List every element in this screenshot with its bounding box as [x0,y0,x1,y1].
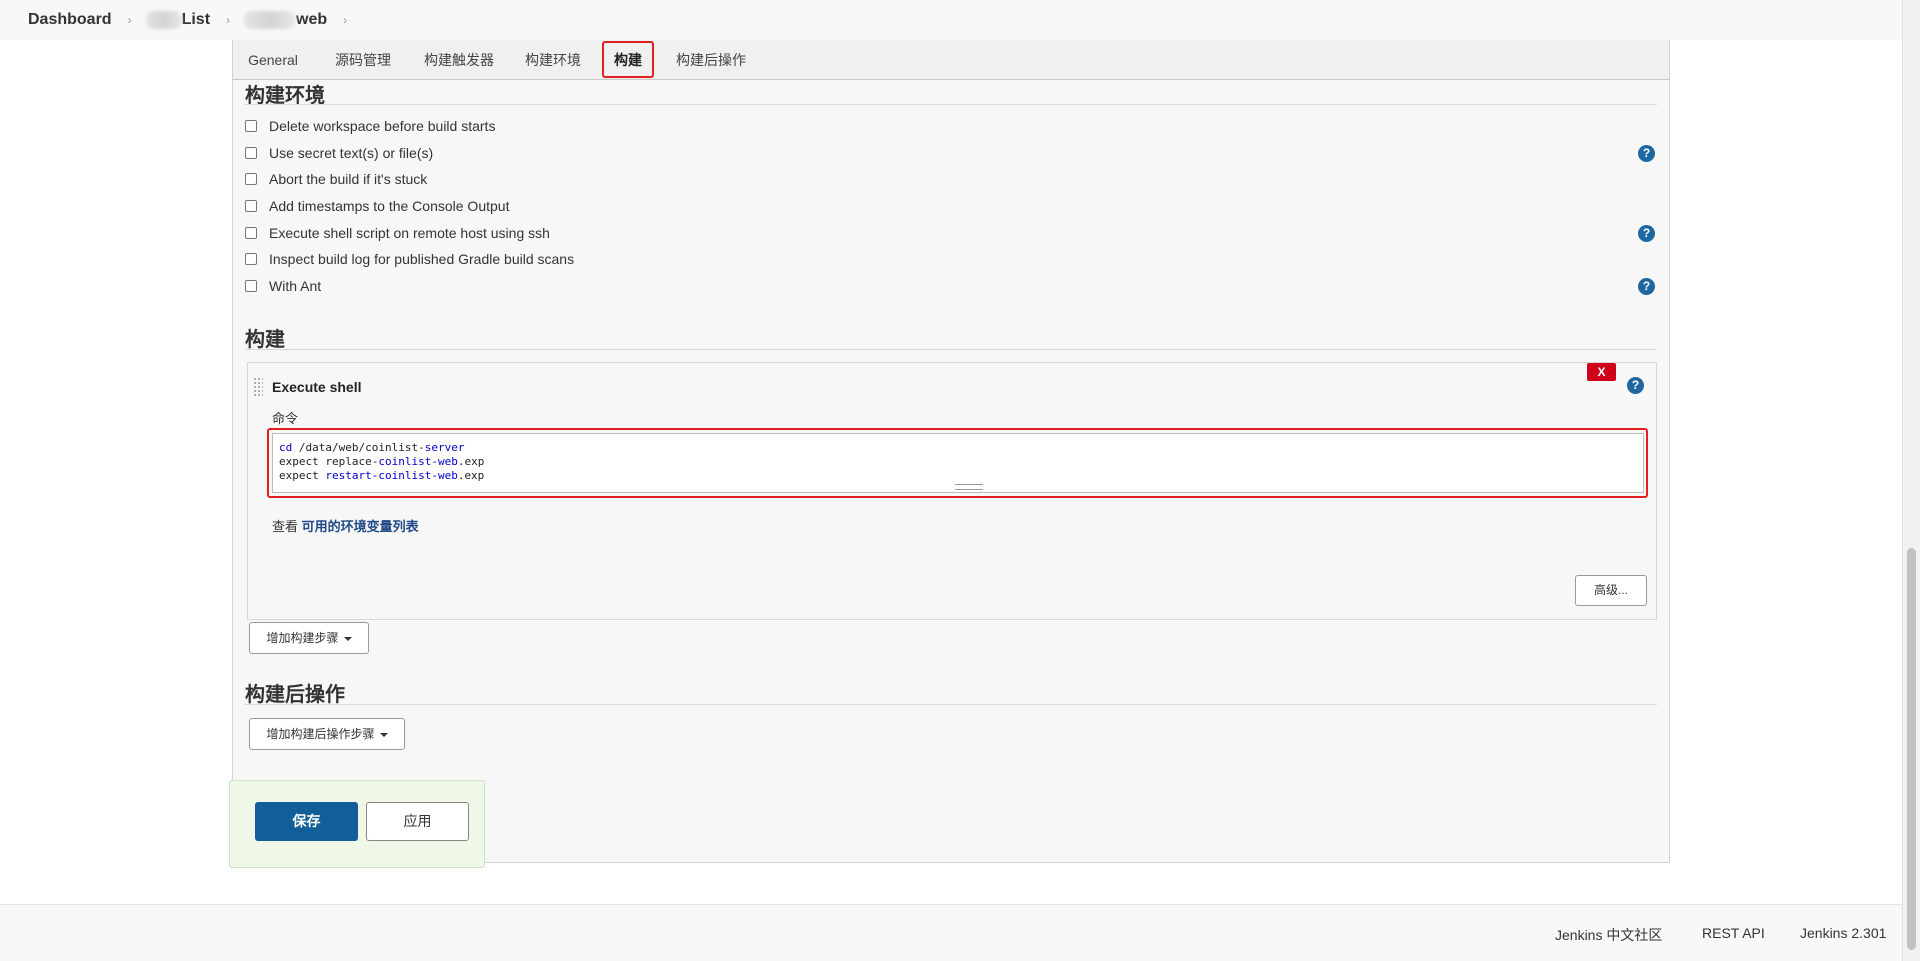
chevron-right-icon: › [343,13,348,27]
tab-general[interactable]: General [245,40,301,80]
chevron-right-icon: › [127,13,132,27]
command-label: 命令 [272,411,299,426]
tab-source-control[interactable]: 源码管理 [332,40,394,80]
checkbox[interactable] [245,227,257,239]
env-vars-line: 查看 可用的环境变量列表 [272,516,419,535]
env-prefix: 查看 [272,519,299,534]
redacted-text [244,11,297,29]
checkbox[interactable] [245,120,257,132]
checkbox[interactable] [245,147,257,159]
option-label: Add timestamps to the Console Output [269,198,510,214]
breadcrumb-dashboard[interactable]: Dashboard [28,11,112,29]
scrollbar-thumb[interactable] [1907,548,1916,950]
config-panel: General 源码管理 构建触发器 构建环境 构建 构建后操作 构建环境 De… [232,40,1670,863]
option-label: Execute shell script on remote host usin… [269,225,550,241]
command-textarea[interactable]: cd /data/web/coinlist-server expect repl… [272,433,1644,493]
step-title: Execute shell [272,379,362,395]
option-abort-stuck[interactable]: Abort the build if it's stuck [245,169,427,189]
vertical-scrollbar[interactable] [1902,0,1920,961]
checkbox[interactable] [245,200,257,212]
divider [245,349,1657,350]
chevron-down-icon [379,732,388,737]
save-bar: 保存 应用 [229,780,485,868]
footer-rest-api-link[interactable]: REST API [1702,925,1765,941]
option-label: With Ant [269,278,322,294]
breadcrumb-job-label: web [296,11,328,28]
tab-build-environment[interactable]: 构建环境 [521,40,585,80]
execute-shell-step: Execute shell X ? 命令 cd /data/web/coinli… [247,362,1657,620]
footer-community-link[interactable]: Jenkins 中文社区 [1555,925,1662,945]
code-keyword: coinlist-web [378,455,458,468]
chevron-down-icon [343,636,352,641]
add-post-build-step-button[interactable]: 增加构建后操作步骤 [249,718,405,750]
code-keyword: cd [279,441,293,454]
redacted-text [145,11,182,29]
post-build-title: 构建后操作 [245,684,345,706]
code-keyword: restart-coinlist-web [325,469,458,482]
tab-build-triggers[interactable]: 构建触发器 [420,40,498,80]
chevron-right-icon: › [226,13,231,27]
divider [245,704,1657,705]
option-with-ant[interactable]: With Ant [245,276,321,296]
breadcrumb-list-label: List [181,11,211,28]
option-remote-ssh[interactable]: Execute shell script on remote host usin… [245,223,550,243]
delete-step-button[interactable]: X [1587,363,1616,381]
breadcrumb-job[interactable]: web [244,11,327,29]
apply-button[interactable]: 应用 [366,802,469,841]
option-secret-text[interactable]: Use secret text(s) or file(s) [245,143,433,163]
help-icon[interactable]: ? [1638,145,1655,162]
breadcrumb-list[interactable]: List [145,11,211,29]
option-gradle-scans[interactable]: Inspect build log for published Gradle b… [245,249,574,269]
add-build-step-button[interactable]: 增加构建步骤 [249,622,369,654]
build-title: 构建 [245,329,285,351]
help-icon[interactable]: ? [1638,225,1655,242]
config-tabs: General 源码管理 构建触发器 构建环境 构建 构建后操作 [233,40,1669,80]
code-keyword: server [424,441,465,454]
option-label: Delete workspace before build starts [269,118,496,134]
resize-handle-icon[interactable] [955,484,983,490]
option-delete-workspace[interactable]: Delete workspace before build starts [245,116,495,136]
checkbox[interactable] [245,253,257,265]
divider [245,104,1657,105]
breadcrumb: Dashboard › List › web › [0,0,1902,40]
option-label: Use secret text(s) or file(s) [269,145,434,161]
help-icon[interactable]: ? [1627,377,1644,394]
option-label: Inspect build log for published Gradle b… [269,251,575,267]
option-label: Abort the build if it's stuck [269,171,428,187]
tab-build[interactable]: 构建 [602,41,654,78]
add-build-step-label: 增加构建步骤 [266,631,339,645]
env-vars-link[interactable]: 可用的环境变量列表 [302,519,419,534]
help-icon[interactable]: ? [1638,278,1655,295]
footer: Jenkins 中文社区 REST API Jenkins 2.301 [0,904,1902,961]
drag-handle-icon[interactable] [253,377,263,397]
checkbox[interactable] [245,280,257,292]
checkbox[interactable] [245,173,257,185]
footer-version-link[interactable]: Jenkins 2.301 [1800,925,1886,941]
save-button[interactable]: 保存 [255,802,358,841]
advanced-button[interactable]: 高级... [1575,575,1647,606]
tab-post-build[interactable]: 构建后操作 [671,40,751,80]
option-timestamps[interactable]: Add timestamps to the Console Output [245,196,509,216]
add-post-build-step-label: 增加构建后操作步骤 [266,727,375,741]
